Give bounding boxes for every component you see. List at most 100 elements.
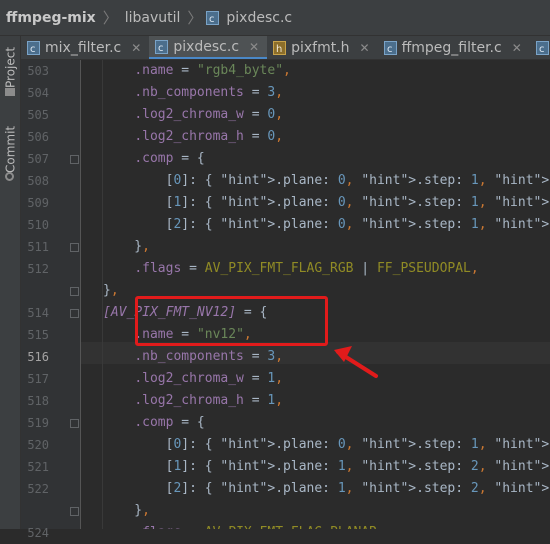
line-number: 504 xyxy=(27,86,49,100)
code-line[interactable]: }, xyxy=(103,500,150,522)
line-number xyxy=(21,500,49,522)
annotation-arrow-icon xyxy=(334,346,378,378)
breadcrumb-file[interactable]: c pixdesc.c xyxy=(206,10,295,26)
code-line[interactable]: .comp = { xyxy=(103,412,204,434)
line-number: 520 xyxy=(27,438,49,452)
svg-text:c: c xyxy=(30,44,36,55)
editor-tab-bar: c mix_filter.c ✕ c pixdesc.c ✕ h pixfmt.… xyxy=(21,36,550,60)
code-line[interactable]: .nb_components = 3, xyxy=(103,82,283,104)
fold-marker-icon[interactable] xyxy=(70,243,79,252)
commit-icon xyxy=(5,172,14,181)
tab-label: pixfmt.h xyxy=(291,39,350,56)
folder-icon xyxy=(5,88,15,96)
code-line[interactable]: .flags = AV_PIX_FMT_FLAG_PLANAR xyxy=(103,522,377,529)
tab-pixfmt[interactable]: h pixfmt.h ✕ xyxy=(267,36,378,59)
h-file-icon: h xyxy=(273,40,287,55)
code-line[interactable]: .log2_chroma_h = 1, xyxy=(103,390,283,412)
line-number: 522 xyxy=(27,482,49,496)
svg-text:c: c xyxy=(209,14,215,25)
c-file-icon: c xyxy=(155,39,169,54)
close-icon[interactable]: ✕ xyxy=(512,41,522,55)
chevron-right-icon: 〉 xyxy=(187,9,203,27)
svg-text:h: h xyxy=(276,44,282,55)
line-number: 505 xyxy=(27,108,49,122)
close-icon[interactable]: ✕ xyxy=(131,41,141,55)
line-number: 517 xyxy=(27,372,49,386)
code-line[interactable]: [2]: { "hint">.plane: 0, "hint">.step: 1… xyxy=(103,214,550,236)
project-tool-label: Project xyxy=(3,46,18,88)
fold-marker-icon[interactable] xyxy=(70,309,79,318)
code-line-text: .log2_chroma_w = 0, xyxy=(134,107,284,122)
code-line-text: .comp = { xyxy=(134,151,205,166)
line-number: 524 xyxy=(27,526,49,540)
code-line-text: [2]: { "hint">.plane: 1, "hint">.step: 2… xyxy=(165,481,550,496)
code-line-text: [0]: { "hint">.plane: 0, "hint">.step: 1… xyxy=(165,437,550,452)
annotation-highlight-box xyxy=(135,296,328,346)
c-file-icon: c xyxy=(535,40,549,55)
tab-ffmpeg-filter[interactable]: c ffmpeg_filter.c ✕ xyxy=(378,36,530,59)
chevron-right-icon: 〉 xyxy=(102,9,118,27)
close-icon[interactable]: ✕ xyxy=(249,40,259,54)
code-line[interactable]: [2]: { "hint">.plane: 1, "hint">.step: 2… xyxy=(103,478,550,500)
tool-window-strip: Project Commit xyxy=(0,36,21,529)
line-number: 518 xyxy=(27,394,49,408)
code-line[interactable]: .log2_chroma_w = 0, xyxy=(103,104,283,126)
code-line[interactable]: [0]: { "hint">.plane: 0, "hint">.step: 1… xyxy=(103,170,550,192)
fold-marker-icon[interactable] xyxy=(70,155,79,164)
tab-mix-filter[interactable]: c mix_filter.c ✕ xyxy=(21,36,149,59)
breadcrumb-project-label: ffmpeg-mix xyxy=(6,9,96,26)
breadcrumb: ffmpeg-mix 〉 libavutil 〉 c pixdesc.c xyxy=(0,0,550,36)
code-line[interactable]: .flags = AV_PIX_FMT_FLAG_RGB | FF_PSEUDO… xyxy=(103,258,479,280)
commit-tool-tab[interactable]: Commit xyxy=(0,118,21,180)
line-number: 510 xyxy=(27,218,49,232)
c-file-icon: c xyxy=(206,10,220,25)
tab-pixdesc[interactable]: c pixdesc.c ✕ xyxy=(149,36,268,59)
line-number: 512 xyxy=(27,262,49,276)
tab-label: mix_filter.c xyxy=(45,39,122,56)
line-number: 508 xyxy=(27,174,49,188)
code-line[interactable]: .log2_chroma_w = 1, xyxy=(103,368,283,390)
commit-tool-label: Commit xyxy=(3,125,18,173)
code-line-text: .log2_chroma_h = 1, xyxy=(134,393,284,408)
code-line[interactable]: }, xyxy=(103,280,119,302)
code-line-text: }, xyxy=(103,503,150,518)
code-line[interactable]: [1]: { "hint">.plane: 1, "hint">.step: 2… xyxy=(103,456,550,478)
code-line-text: }, xyxy=(103,283,119,298)
tab-label: ffmpeg_filter.c xyxy=(401,39,502,56)
line-number: 509 xyxy=(27,196,49,210)
line-number: 511 xyxy=(27,240,49,254)
tab-label: pixdesc.c xyxy=(173,38,240,55)
breadcrumb-file-label: pixdesc.c xyxy=(226,9,293,26)
code-line-text: [2]: { "hint">.plane: 0, "hint">.step: 1… xyxy=(165,217,550,232)
fold-marker-icon[interactable] xyxy=(70,507,79,516)
code-line[interactable]: .log2_chroma_h = 0, xyxy=(103,126,283,148)
code-line-text: .flags = AV_PIX_FMT_FLAG_PLANAR xyxy=(103,525,377,529)
line-number: 503 xyxy=(27,64,49,78)
code-editor[interactable]: .name = "rgb4_byte", .nb_components = 3,… xyxy=(81,60,550,529)
code-line[interactable]: .name = "rgb4_byte", xyxy=(103,60,291,82)
code-line[interactable]: .comp = { xyxy=(103,148,205,170)
code-line-text: .log2_chroma_h = 0, xyxy=(134,129,284,144)
code-line[interactable]: [0]: { "hint">.plane: 0, "hint">.step: 1… xyxy=(103,434,550,456)
code-line[interactable]: .nb_components = 3, xyxy=(103,346,283,368)
line-number xyxy=(21,280,49,302)
fold-marker-icon[interactable] xyxy=(70,419,79,428)
code-line[interactable]: [1]: { "hint">.plane: 0, "hint">.step: 1… xyxy=(103,192,550,214)
svg-text:c: c xyxy=(387,44,393,55)
close-icon[interactable]: ✕ xyxy=(360,41,370,55)
line-number-current: 516 xyxy=(27,350,49,364)
svg-text:c: c xyxy=(158,43,164,54)
line-number: 519 xyxy=(27,416,49,430)
line-number: 514 xyxy=(27,306,49,320)
tab-ff-partial[interactable]: c ff xyxy=(530,36,550,59)
code-line[interactable]: }, xyxy=(103,236,150,258)
code-line-text: .flags = AV_PIX_FMT_FLAG_RGB | FF_PSEUDO… xyxy=(134,261,479,276)
fold-marker-icon[interactable] xyxy=(70,287,79,296)
c-file-icon: c xyxy=(383,40,397,55)
breadcrumb-folder[interactable]: libavutil xyxy=(122,10,184,26)
code-line-text: .log2_chroma_w = 1, xyxy=(134,371,284,386)
line-number: 515 xyxy=(27,328,49,342)
breadcrumb-project[interactable]: ffmpeg-mix xyxy=(0,10,99,26)
line-number: 507 xyxy=(27,152,49,166)
code-line-text: .nb_components = 3, xyxy=(134,349,284,364)
